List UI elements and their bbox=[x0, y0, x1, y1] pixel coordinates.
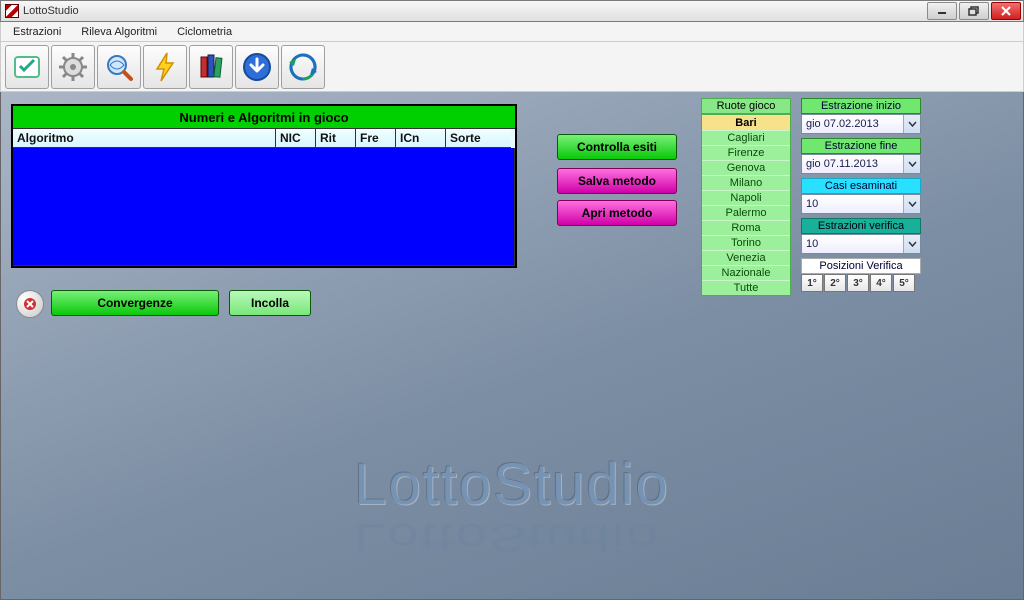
grid-header: Algoritmo NIC Rit Fre ICn Sorte bbox=[13, 128, 515, 148]
minimize-icon bbox=[936, 6, 948, 16]
maximize-button[interactable] bbox=[959, 2, 989, 20]
col-sorte[interactable]: Sorte bbox=[446, 129, 511, 148]
apri-metodo-button[interactable]: Apri metodo bbox=[557, 200, 677, 226]
ruota-nazionale[interactable]: Nazionale bbox=[702, 265, 790, 280]
toolbar-gear-button[interactable] bbox=[51, 45, 95, 89]
estrazione-inizio-label: Estrazione inizio bbox=[801, 98, 921, 114]
posizioni-verifica-label: Posizioni Verifica bbox=[801, 258, 921, 274]
ruota-bari[interactable]: Bari bbox=[702, 115, 790, 130]
search-globe-icon bbox=[103, 51, 135, 83]
menu-rileva-algoritmi[interactable]: Rileva Algoritmi bbox=[71, 24, 167, 40]
toolbar bbox=[0, 42, 1024, 92]
chevron-down-icon bbox=[903, 115, 920, 133]
casi-esaminati-value: 10 bbox=[802, 198, 903, 210]
col-icn[interactable]: ICn bbox=[396, 129, 446, 148]
close-button[interactable] bbox=[991, 2, 1021, 20]
toolbar-download-button[interactable] bbox=[235, 45, 279, 89]
estrazione-fine-combo[interactable]: gio 07.11.2013 bbox=[801, 154, 921, 174]
ruota-genova[interactable]: Genova bbox=[702, 160, 790, 175]
casi-esaminati-label: Casi esaminati bbox=[801, 178, 921, 194]
ruota-venezia[interactable]: Venezia bbox=[702, 250, 790, 265]
watermark: LottoStudio LottoStudio bbox=[354, 451, 669, 583]
posizione-2[interactable]: 2° bbox=[824, 274, 846, 292]
posizione-1[interactable]: 1° bbox=[801, 274, 823, 292]
ruota-firenze[interactable]: Firenze bbox=[702, 145, 790, 160]
menu-estrazioni[interactable]: Estrazioni bbox=[3, 24, 71, 40]
checklist-icon bbox=[11, 51, 43, 83]
ruote-gioco-header: Ruote gioco bbox=[701, 98, 791, 114]
close-icon bbox=[1000, 6, 1012, 16]
ruota-palermo[interactable]: Palermo bbox=[702, 205, 790, 220]
col-nic[interactable]: NIC bbox=[276, 129, 316, 148]
chevron-down-icon bbox=[903, 155, 920, 173]
posizioni-verifica-group: 1°2°3°4°5° bbox=[801, 274, 915, 292]
salva-metodo-button[interactable]: Salva metodo bbox=[557, 168, 677, 194]
col-fre[interactable]: Fre bbox=[356, 129, 396, 148]
toolbar-books-button[interactable] bbox=[189, 45, 233, 89]
panel-close-button[interactable] bbox=[16, 290, 44, 318]
chevron-down-icon bbox=[903, 235, 920, 253]
toolbar-check-button[interactable] bbox=[5, 45, 49, 89]
col-algoritmo[interactable]: Algoritmo bbox=[13, 129, 276, 148]
estrazioni-verifica-label: Estrazioni verifica bbox=[801, 218, 921, 234]
cancel-icon bbox=[22, 296, 38, 312]
grid-body[interactable] bbox=[13, 148, 515, 266]
menu-ciclometria[interactable]: Ciclometria bbox=[167, 24, 242, 40]
lightning-icon bbox=[149, 51, 181, 83]
ruota-roma[interactable]: Roma bbox=[702, 220, 790, 235]
ruota-napoli[interactable]: Napoli bbox=[702, 190, 790, 205]
casi-esaminati-combo[interactable]: 10 bbox=[801, 194, 921, 214]
estrazione-inizio-value: gio 07.02.2013 bbox=[802, 118, 903, 130]
posizione-3[interactable]: 3° bbox=[847, 274, 869, 292]
chevron-down-icon bbox=[903, 195, 920, 213]
maximize-icon bbox=[968, 6, 980, 16]
app-icon bbox=[5, 4, 19, 18]
estrazioni-verifica-combo[interactable]: 10 bbox=[801, 234, 921, 254]
panel-title: Numeri e Algoritmi in gioco bbox=[13, 106, 515, 128]
estrazione-fine-label: Estrazione fine bbox=[801, 138, 921, 154]
convergenze-button[interactable]: Convergenze bbox=[51, 290, 219, 316]
controlla-esiti-button[interactable]: Controlla esiti bbox=[557, 134, 677, 160]
toolbar-search-button[interactable] bbox=[97, 45, 141, 89]
algoritmi-panel: Numeri e Algoritmi in gioco Algoritmo NI… bbox=[11, 104, 517, 268]
watermark-reflection: LottoStudio bbox=[354, 515, 669, 561]
books-icon bbox=[195, 51, 227, 83]
client-area: Numeri e Algoritmi in gioco Algoritmo NI… bbox=[0, 92, 1024, 600]
watermark-text: LottoStudio bbox=[354, 451, 669, 518]
titlebar: LottoStudio bbox=[0, 0, 1024, 22]
window-title: LottoStudio bbox=[23, 5, 79, 17]
col-rit[interactable]: Rit bbox=[316, 129, 356, 148]
ruota-cagliari[interactable]: Cagliari bbox=[702, 130, 790, 145]
ruota-tutte[interactable]: Tutte bbox=[702, 280, 790, 295]
menubar: Estrazioni Rileva Algoritmi Ciclometria bbox=[0, 22, 1024, 42]
incolla-button[interactable]: Incolla bbox=[229, 290, 311, 316]
ruota-milano[interactable]: Milano bbox=[702, 175, 790, 190]
ruote-gioco-list: BariCagliariFirenzeGenovaMilanoNapoliPal… bbox=[701, 114, 791, 296]
posizione-5[interactable]: 5° bbox=[893, 274, 915, 292]
toolbar-refresh-button[interactable] bbox=[281, 45, 325, 89]
gear-icon bbox=[57, 51, 89, 83]
estrazione-fine-value: gio 07.11.2013 bbox=[802, 158, 903, 170]
refresh-swirl-icon bbox=[287, 51, 319, 83]
arrow-down-circle-icon bbox=[241, 51, 273, 83]
minimize-button[interactable] bbox=[927, 2, 957, 20]
estrazioni-verifica-value: 10 bbox=[802, 238, 903, 250]
toolbar-bolt-button[interactable] bbox=[143, 45, 187, 89]
ruota-torino[interactable]: Torino bbox=[702, 235, 790, 250]
estrazione-inizio-combo[interactable]: gio 07.02.2013 bbox=[801, 114, 921, 134]
posizione-4[interactable]: 4° bbox=[870, 274, 892, 292]
